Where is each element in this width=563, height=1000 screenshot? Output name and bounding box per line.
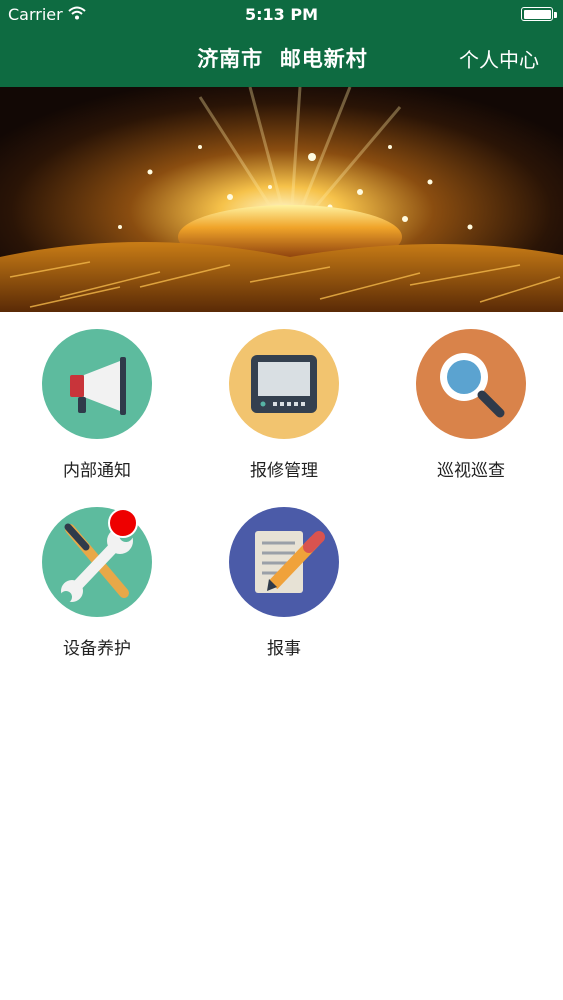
personal-center-link[interactable]: 个人中心 (459, 44, 539, 73)
monitor-icon (229, 329, 339, 439)
menu-item-equipment-maintenance[interactable]: 设备养护 (27, 490, 167, 660)
menu-item-label: 报事 (267, 639, 301, 659)
magnifier-icon (416, 329, 526, 439)
battery-tip (554, 12, 557, 18)
menu-item-report[interactable]: 报事 (214, 490, 354, 660)
menu-item-internal-notice[interactable]: 内部通知 (27, 312, 167, 482)
menu-item-label: 巡视巡查 (437, 461, 505, 481)
status-time: 5:13 PM (244, 5, 318, 24)
banner-image[interactable] (0, 87, 563, 312)
page-title: 济南市 邮电新村 (197, 47, 368, 71)
menu-item-inspection[interactable]: 巡视巡查 (401, 312, 541, 482)
menu-item-label: 报修管理 (250, 461, 318, 481)
app-header: Carrier 5:13 PM 济南市 邮电新村 个人中心 (0, 0, 563, 87)
status-bar: Carrier 5:13 PM (0, 0, 563, 30)
menu-item-repair-management[interactable]: 报修管理 (214, 312, 354, 482)
menu-item-label: 内部通知 (63, 461, 131, 481)
report-pen-icon (229, 507, 339, 617)
menu-item-label: 设备养护 (63, 639, 131, 659)
battery-icon (521, 7, 553, 21)
megaphone-icon (42, 329, 152, 439)
notification-badge (108, 508, 138, 538)
